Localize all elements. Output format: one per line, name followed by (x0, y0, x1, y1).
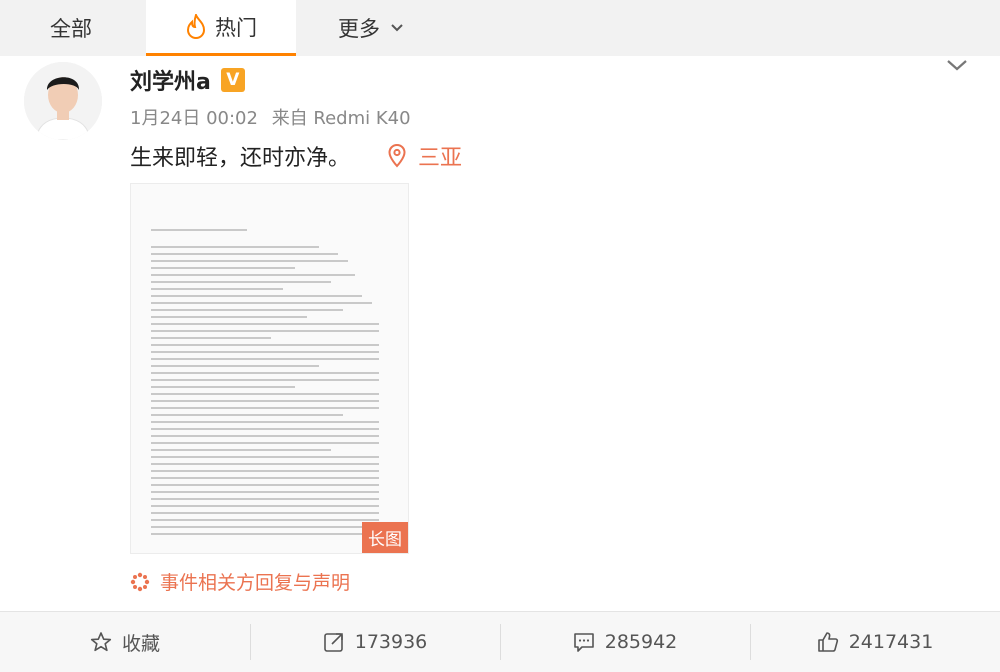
post-date: 1月24日 00:02 (130, 108, 258, 129)
tab-hot-label: 热门 (215, 15, 257, 40)
comment-count: 285942 (604, 631, 678, 653)
like-count: 2417431 (848, 631, 934, 653)
post-action-bar: 收藏 173936 285942 2417431 (0, 611, 1000, 672)
like-icon (817, 632, 838, 652)
post-text: 生来即轻，还时亦净。 (130, 146, 351, 171)
document-text-lines (151, 229, 391, 540)
topic-label: 事件相关方回复与声明 (160, 572, 351, 594)
chevron-down-icon[interactable] (946, 58, 968, 72)
long-image-badge: 长图 (362, 522, 408, 553)
comment-icon (573, 633, 594, 652)
chevron-down-icon (391, 24, 403, 32)
like-button[interactable]: 2417431 (750, 612, 1000, 672)
star-icon (90, 632, 112, 652)
location-label: 三亚 (418, 146, 463, 171)
post-meta: 1月24日 00:02 来自 Redmi K40 (130, 104, 419, 130)
tab-hot[interactable]: 热门 (146, 0, 296, 56)
topic-icon (130, 572, 150, 591)
weibo-post-card: 刘学州a V 1月24日 00:02 来自 Redmi K40 生来即轻，还时亦… (0, 56, 1000, 611)
username-text: 刘学州a (130, 70, 211, 95)
tab-all-label: 全部 (50, 17, 92, 41)
repost-button[interactable]: 173936 (250, 612, 500, 672)
tab-more[interactable]: 更多 (338, 0, 404, 56)
avatar-image (24, 62, 102, 140)
location-pin-icon (388, 144, 406, 168)
favorite-label: 收藏 (121, 632, 160, 655)
long-image-thumbnail[interactable]: 长图 (130, 183, 409, 554)
repost-icon (323, 633, 343, 652)
repost-count: 173936 (354, 631, 428, 653)
username[interactable]: 刘学州a V (130, 64, 245, 96)
avatar[interactable] (24, 62, 102, 140)
favorite-button[interactable]: 收藏 (0, 612, 250, 672)
topic-link[interactable]: 事件相关方回复与声明 (130, 568, 350, 595)
fire-icon (186, 13, 206, 39)
verified-badge: V (220, 68, 245, 92)
location-link[interactable]: 三亚 (388, 140, 462, 172)
tab-bar: 全部 热门 更多 (0, 0, 1000, 56)
tab-all[interactable]: 全部 (50, 0, 92, 56)
post-source: 来自 Redmi K40 (271, 108, 411, 129)
comment-button[interactable]: 285942 (500, 612, 750, 672)
tab-more-label: 更多 (338, 17, 380, 41)
post-content: 生来即轻，还时亦净。 三亚 (130, 140, 462, 172)
